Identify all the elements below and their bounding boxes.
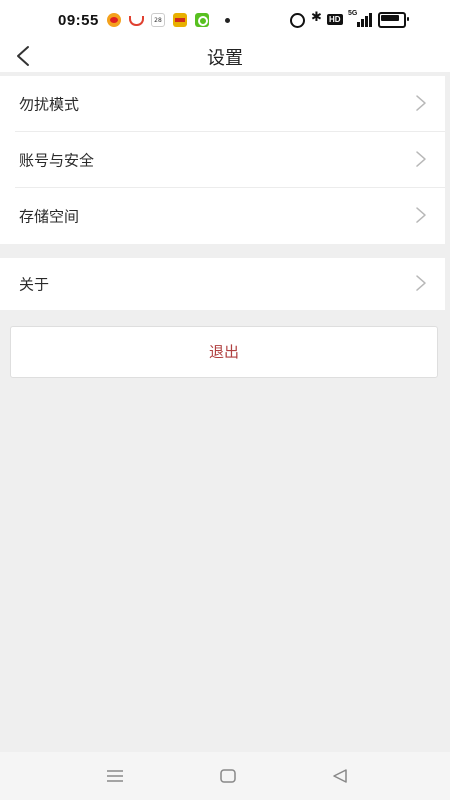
- home-icon: [220, 769, 236, 783]
- battery-icon: [378, 12, 409, 28]
- mail-icon: [129, 16, 144, 26]
- nav-menu-button[interactable]: [104, 766, 126, 786]
- row-label: 勿扰模式: [19, 95, 80, 114]
- row-label: 账号与安全: [19, 151, 95, 170]
- menu-icon: [107, 770, 123, 782]
- notification-dot-icon: [225, 18, 230, 23]
- chevron-right-icon: [416, 275, 426, 291]
- settings-row-account-security[interactable]: 账号与安全: [0, 132, 445, 188]
- page-title: 设置: [207, 48, 243, 69]
- settings-screen: 09:55 28 ✱ HD 5G 设置 勿扰模式 账号与安全 存储空间 关于 退…: [0, 0, 450, 800]
- chevron-right-icon: [416, 95, 426, 111]
- network-type-label: 5G: [348, 10, 358, 17]
- logout-button[interactable]: 退出: [10, 326, 438, 378]
- status-bar: 09:55 28 ✱ HD 5G: [0, 0, 450, 40]
- settings-row-storage[interactable]: 存储空间: [0, 188, 445, 244]
- back-triangle-icon: [333, 769, 347, 783]
- settings-row-do-not-disturb[interactable]: 勿扰模式: [0, 76, 445, 132]
- nav-header: 设置: [0, 40, 450, 72]
- system-nav-bar: [0, 752, 450, 800]
- chevron-right-icon: [416, 151, 426, 167]
- settings-group-about: 关于: [0, 258, 445, 310]
- bluetooth-icon: ✱: [311, 10, 322, 25]
- weibo-icon: [107, 13, 121, 27]
- signal-icon: 5G: [348, 10, 372, 27]
- chevron-right-icon: [416, 207, 426, 223]
- calendar-icon: 28: [151, 13, 165, 27]
- settings-group-main: 勿扰模式 账号与安全 存储空间: [0, 76, 445, 244]
- hd-badge: HD: [327, 14, 343, 25]
- alarm-icon: [290, 13, 305, 28]
- news-icon: [173, 13, 187, 27]
- row-label: 关于: [19, 275, 50, 294]
- nav-home-button[interactable]: [217, 766, 239, 786]
- row-label: 存储空间: [19, 207, 80, 226]
- iqiyi-icon: [195, 13, 209, 27]
- nav-back-button[interactable]: [329, 766, 351, 786]
- status-time: 09:55: [58, 12, 99, 29]
- settings-row-about[interactable]: 关于: [0, 258, 445, 310]
